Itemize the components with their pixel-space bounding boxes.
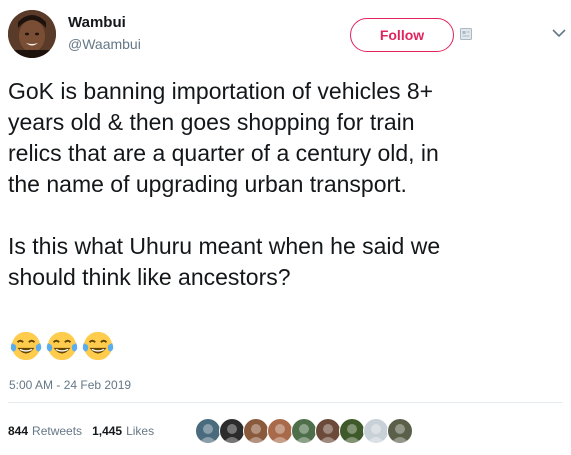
liker-avatars [195,418,413,444]
user-avatar-icon[interactable] [267,418,293,444]
emoji-row [9,329,115,365]
face-with-tears-of-joy-icon [82,331,114,361]
face-with-tears-of-joy-icon [46,331,78,361]
retweets-label: Retweets [32,424,83,438]
author-avatar[interactable] [8,10,56,58]
tweet-timestamp[interactable]: 5:00 AM - 24 Feb 2019 [9,378,131,392]
user-avatar-icon[interactable] [291,418,317,444]
chevron-down-icon[interactable] [552,28,566,38]
follow-button[interactable]: Follow [350,18,454,52]
user-avatar-icon[interactable] [387,418,413,444]
profile-card-icon[interactable] [460,28,472,40]
likes-count: 1,445 [92,424,123,438]
likes-label: Likes [126,424,155,438]
retweets-count: 844 [8,424,29,438]
tweet-stats: 844 Retweets 1,445 Likes [8,424,154,438]
author-display-name[interactable]: Wambui [68,14,126,31]
tweet-text: GoK is banning importation of vehicles 8… [8,78,441,290]
author-handle[interactable]: @Waambui [68,36,141,52]
likes-stat[interactable]: 1,445 Likes [92,424,154,438]
user-avatar-icon[interactable] [339,418,365,444]
user-avatar-icon[interactable] [243,418,269,444]
retweets-stat[interactable]: 844 Retweets [8,424,82,438]
avatar-photo-icon [8,10,56,58]
user-avatar-icon[interactable] [315,418,341,444]
user-avatar-icon[interactable] [219,418,245,444]
face-with-tears-of-joy-icon [10,331,42,361]
user-avatar-icon[interactable] [363,418,389,444]
user-avatar-icon[interactable] [195,418,221,444]
stats-divider [8,402,563,403]
